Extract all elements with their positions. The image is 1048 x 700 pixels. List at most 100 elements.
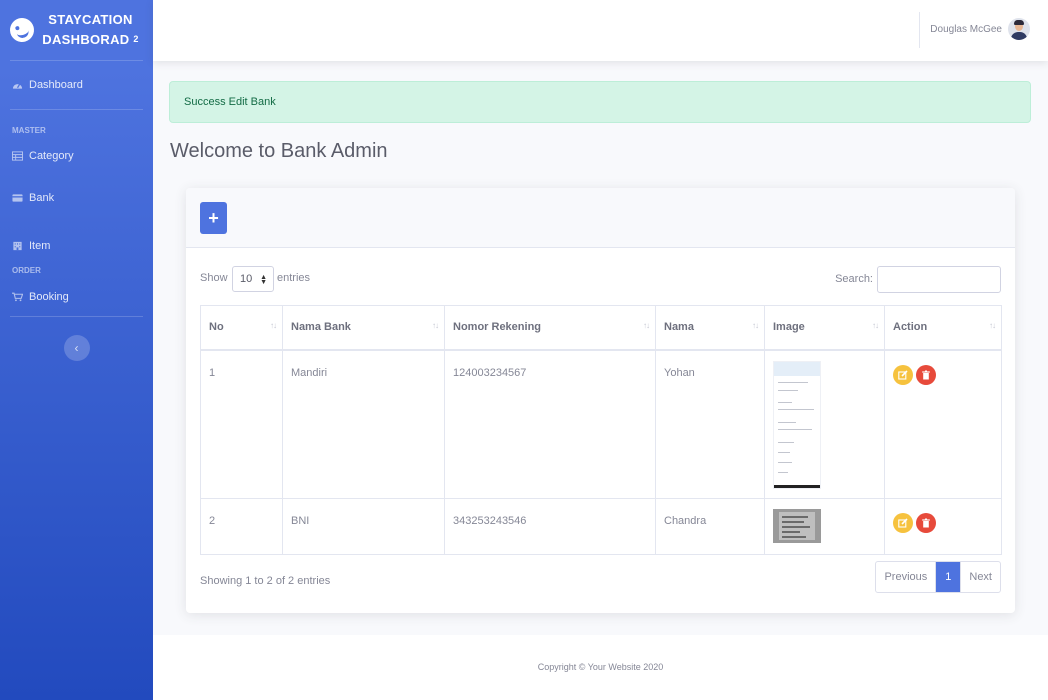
- trash-icon: [922, 518, 930, 528]
- column-header-nama[interactable]: Nama ↑↓: [655, 305, 765, 351]
- column-header-image[interactable]: Image ↑↓: [764, 305, 885, 351]
- thumbnail-line: [778, 381, 808, 383]
- sidebar-item-booking[interactable]: Booking: [0, 278, 153, 316]
- sidebar-item-category[interactable]: Category: [0, 138, 153, 174]
- column-header-label: Image: [773, 321, 805, 333]
- search-input[interactable]: [877, 266, 1001, 293]
- brand-line2: DASHBORAD: [42, 32, 130, 47]
- cell-no: 2: [200, 498, 283, 555]
- cell-name: Chandra: [655, 498, 765, 555]
- sort-icon: ↑↓: [752, 321, 759, 330]
- trash-icon: [922, 370, 930, 379]
- footer: Copyright © Your Website 2020: [153, 635, 1048, 700]
- sort-icon: ↑↓: [270, 321, 277, 330]
- thumbnail-header: [774, 361, 820, 376]
- sidebar-item-label: Booking: [29, 291, 69, 303]
- sidebar-brand[interactable]: STAYCATION DASHBORAD 2: [0, 0, 153, 60]
- thumbnail-line: [782, 536, 806, 538]
- column-header-label: No: [209, 321, 224, 333]
- table-header-row: No ↑↓ Nama Bank ↑↓ Nomor Rekening ↑↓ Nama ↑↓…: [200, 305, 1002, 351]
- table-row: 1 Mandiri 124003234567 Yohan: [200, 349, 1002, 499]
- pagination: Previous 1 Next: [875, 561, 1001, 593]
- sort-icon: ↑↓: [432, 321, 439, 330]
- sidebar-item-label: Item: [29, 240, 51, 252]
- shopping-cart-icon: [12, 292, 23, 302]
- column-header-no[interactable]: No ↑↓: [200, 305, 283, 351]
- cell-account: 343253243546: [444, 498, 656, 555]
- thumbnail-line: [778, 421, 796, 423]
- sidebar-item-bank[interactable]: Bank: [0, 174, 153, 222]
- brand-text: STAYCATION DASHBORAD 2: [34, 10, 153, 50]
- column-header-nama-bank[interactable]: Nama Bank ↑↓: [282, 305, 445, 351]
- column-header-action[interactable]: Action ↑↓: [884, 305, 1002, 351]
- table-icon: [12, 151, 23, 161]
- thumbnail-line: [782, 521, 804, 523]
- card-header: +: [186, 188, 1015, 248]
- cell-image: [764, 349, 885, 499]
- row-actions: [893, 513, 993, 533]
- thumbnail-line: [778, 428, 812, 430]
- sidebar-divider: [10, 109, 143, 110]
- sidebar-divider: [10, 316, 143, 317]
- page-length-value: 10: [240, 273, 253, 285]
- column-header-label: Nomor Rekening: [453, 321, 542, 333]
- sidebar-item-label: Dashboard: [29, 79, 83, 91]
- sidebar-item-dashboard[interactable]: Dashboard: [0, 61, 153, 109]
- sidebar-item-item[interactable]: Item: [0, 222, 153, 270]
- column-header-nomor-rekening[interactable]: Nomor Rekening ↑↓: [444, 305, 656, 351]
- cell-action: [884, 349, 1002, 499]
- row-actions: [893, 364, 993, 385]
- cell-name: Yohan: [655, 349, 765, 499]
- edit-icon: [898, 518, 908, 528]
- edit-icon: [898, 369, 908, 380]
- cell-account: 124003234567: [444, 349, 656, 499]
- user-name[interactable]: Douglas McGee: [930, 24, 1002, 35]
- thumbnail-line: [778, 401, 792, 403]
- success-alert: Success Edit Bank: [169, 81, 1031, 123]
- pagination-next[interactable]: Next: [960, 562, 1000, 592]
- entries-label: entries: [277, 272, 311, 284]
- cell-bank: Mandiri: [282, 349, 445, 499]
- cell-bank: BNI: [282, 498, 445, 555]
- bank-table: No ↑↓ Nama Bank ↑↓ Nomor Rekening ↑↓ Nama ↑↓…: [200, 305, 1002, 555]
- user-avatar[interactable]: [1008, 18, 1030, 40]
- sort-icon: ↑↓: [643, 321, 650, 330]
- pagination-page-1[interactable]: 1: [936, 562, 961, 592]
- show-label: Show: [200, 272, 228, 284]
- column-header-label: Nama Bank: [291, 321, 351, 333]
- table-info: Showing 1 to 2 of 2 entries: [200, 575, 331, 587]
- edit-button[interactable]: [893, 364, 913, 385]
- thumbnail-line: [778, 461, 792, 463]
- column-header-label: Nama: [664, 321, 694, 333]
- delete-button[interactable]: [916, 364, 936, 385]
- thumbnail-line: [782, 531, 800, 533]
- thumbnail-line: [778, 408, 814, 410]
- avatar-hair: [1014, 20, 1024, 25]
- delete-button[interactable]: [916, 513, 936, 533]
- search-label: Search:: [835, 273, 873, 285]
- thumbnail-line: [778, 389, 798, 391]
- sidebar-toggle-button[interactable]: ‹: [63, 335, 90, 361]
- page-title: Welcome to Bank Admin: [170, 140, 388, 162]
- cell-no: 1: [200, 349, 283, 499]
- laugh-wink-icon: [7, 15, 37, 45]
- sidebar-heading-master: MASTER: [12, 126, 46, 135]
- thumbnail-line: [778, 441, 794, 443]
- avatar-body: [1011, 32, 1027, 40]
- sidebar-item-label: Bank: [29, 192, 55, 204]
- sidebar-item-label: Category: [29, 150, 74, 162]
- topbar-divider: [919, 12, 920, 48]
- bank-table-card: + Show 10 ▲ ▼ entries Search: No ↑↓ Nama B…: [186, 188, 1015, 613]
- thumbnail-line: [778, 451, 790, 453]
- page-length-select[interactable]: 10 ▲ ▼: [232, 266, 274, 292]
- edit-button[interactable]: [893, 513, 913, 533]
- topbar: Douglas McGee: [153, 0, 1048, 61]
- select-caret-icon: ▲ ▼: [260, 274, 267, 286]
- thumbnail-line: [778, 471, 788, 473]
- pagination-previous[interactable]: Previous: [876, 562, 937, 592]
- table-row: 2 BNI 343253243546 Chandra: [200, 498, 1002, 555]
- chevron-left-icon: ‹: [74, 341, 79, 355]
- building-icon: [13, 241, 22, 251]
- add-bank-button[interactable]: +: [200, 202, 227, 234]
- sidebar: STAYCATION DASHBORAD 2 Dashboard MASTER …: [0, 0, 153, 700]
